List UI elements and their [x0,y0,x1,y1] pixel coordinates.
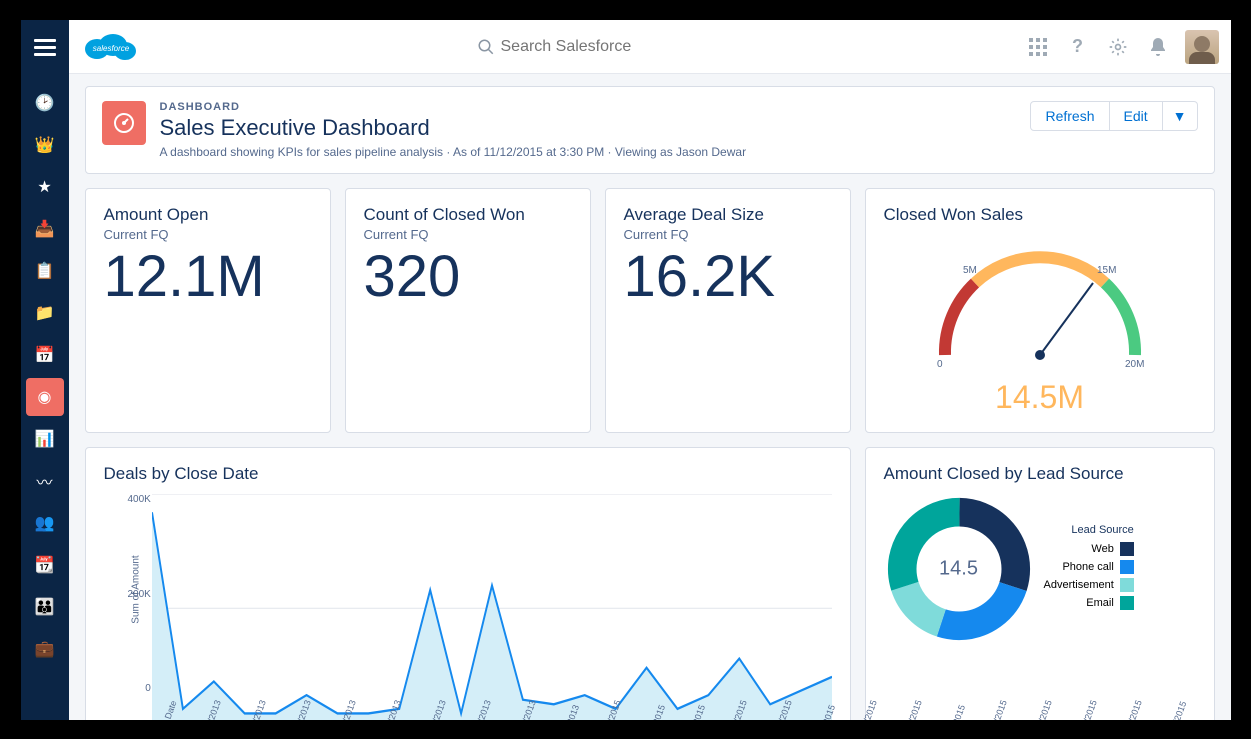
nav-reports[interactable]: 📊 [26,420,64,458]
kpi-sub: Current FQ [364,227,572,242]
nav-people[interactable]: 👥 [26,504,64,542]
nav-events[interactable]: 📆 [26,546,64,584]
legend-label: Advertisement [1044,579,1114,591]
kpi-count-closed[interactable]: Count of Closed Won Current FQ 320 [345,188,591,433]
nav-groups[interactable]: 👪 [26,588,64,626]
more-actions-button[interactable]: ▼ [1163,101,1198,131]
legend: Lead Source Web Phone call Advertisement… [1044,524,1134,614]
people-icon: 👥 [35,513,55,533]
refresh-button[interactable]: Refresh [1030,101,1109,131]
inbox-icon: 📥 [35,219,55,239]
kpi-title: Count of Closed Won [364,205,572,225]
app-launcher[interactable] [1025,34,1051,60]
star-icon: ★ [37,177,51,197]
legend-title: Lead Source [1044,524,1134,536]
search-icon [477,38,495,56]
donut-center-value: 14.5 [939,558,978,581]
calendar-icon: 📅 [35,345,55,365]
chart-title: Deals by Close Date [104,464,832,484]
kpi-value: 320 [364,248,572,306]
help-button[interactable]: ? [1065,34,1091,60]
nav-recent[interactable]: 🕑 [26,84,64,122]
line-svg [104,494,832,720]
chart-title: Closed Won Sales [884,205,1196,225]
hamburger-menu[interactable] [26,28,64,66]
kpi-sub: Current FQ [104,227,312,242]
sidebar: 🕑 👑 ★ 📥 📋 📁 📅 ◉ 📊 〰 👥 📆 👪 💼 [21,20,69,720]
gear-icon [1108,37,1128,57]
caret-down-icon: ▼ [1173,108,1187,124]
kpi-value: 16.2K [624,248,832,306]
pulse-icon: 〰 [36,469,52,493]
svg-text:5M: 5M [963,265,977,276]
folder-icon: 📁 [35,303,55,323]
legend-swatch [1120,560,1134,574]
bell-icon [1149,37,1167,57]
nav-crown[interactable]: 👑 [26,126,64,164]
notifications-button[interactable] [1145,34,1171,60]
legend-swatch [1120,578,1134,592]
kpi-amount-open[interactable]: Amount Open Current FQ 12.1M [85,188,331,433]
settings-button[interactable] [1105,34,1131,60]
nav-activity[interactable]: 〰 [26,462,64,500]
legend-swatch [1120,542,1134,556]
user-avatar[interactable] [1185,30,1219,64]
nav-briefcase[interactable]: 💼 [26,630,64,668]
kpi-avg-deal[interactable]: Average Deal Size Current FQ 16.2K [605,188,851,433]
header-subtitle: A dashboard showing KPIs for sales pipel… [160,145,747,159]
page-title: Sales Executive Dashboard [160,115,747,141]
deals-by-close-date[interactable]: Deals by Close Date Sum of Amount 400K 2… [85,447,851,720]
gauge-closed-won[interactable]: Closed Won Sales 0 5M 15M 20M 14.5M [865,188,1215,433]
checklist-icon: 📋 [35,261,55,281]
edit-button[interactable]: Edit [1110,101,1163,131]
legend-label: Web [1091,543,1113,555]
page-header: DASHBOARD Sales Executive Dashboard A da… [85,86,1215,174]
topbar: salesforce ? [69,20,1231,74]
group-icon: 👪 [35,597,55,617]
nav-dashboard[interactable]: ◉ [26,378,64,416]
crown-icon: 👑 [35,135,55,155]
dashboard-icon [102,101,146,145]
salesforce-logo[interactable]: salesforce [81,27,141,67]
nav-tasks[interactable]: 📋 [26,252,64,290]
legend-swatch [1120,596,1134,610]
svg-text:0: 0 [937,359,943,370]
kpi-title: Average Deal Size [624,205,832,225]
briefcase-icon: 💼 [35,639,55,659]
nav-inbox[interactable]: 📥 [26,210,64,248]
header-eyebrow: DASHBOARD [160,101,747,113]
gauge-icon: ◉ [38,387,52,407]
gauge-svg: 0 5M 15M 20M [915,235,1165,375]
grid-icon [1029,38,1047,56]
nav-folder[interactable]: 📁 [26,294,64,332]
kpi-value: 12.1M [104,248,312,306]
kpi-title: Amount Open [104,205,312,225]
svg-text:20M: 20M [1125,359,1144,370]
global-search[interactable] [477,38,1025,56]
search-input[interactable] [501,38,801,56]
legend-label: Phone call [1062,561,1113,573]
amount-by-lead-source[interactable]: Amount Closed by Lead Source 14.5 Lead S… [865,447,1215,720]
calendar2-icon: 📆 [35,555,55,575]
y-ticks: 400K 200K 0 [128,494,151,694]
help-icon: ? [1072,36,1083,57]
svg-text:15M: 15M [1097,265,1116,276]
svg-text:salesforce: salesforce [92,44,129,53]
nav-calendar[interactable]: 📅 [26,336,64,374]
gauge-value: 14.5M [995,379,1084,416]
nav-star[interactable]: ★ [26,168,64,206]
clock-icon: 🕑 [35,93,55,113]
legend-label: Email [1086,597,1114,609]
kpi-sub: Current FQ [624,227,832,242]
chart-icon: 📊 [35,429,55,449]
donut-chart: 14.5 [884,494,1034,644]
chart-title: Amount Closed by Lead Source [884,464,1196,484]
